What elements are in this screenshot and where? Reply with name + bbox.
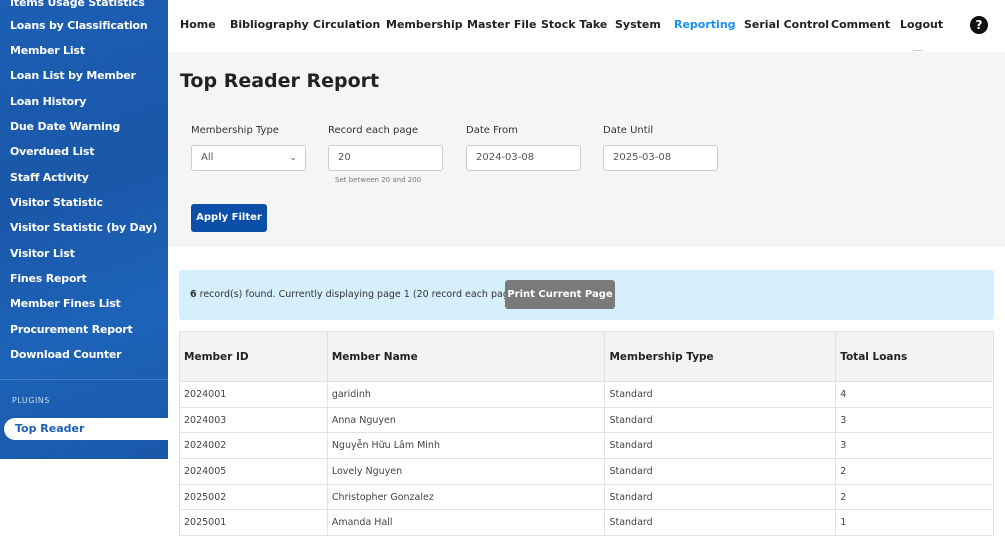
nav-system[interactable]: System [615,18,661,31]
info-bar: 6 record(s) found. Currently displaying … [179,270,994,320]
cell-membership-type: Standard [604,406,837,434]
nav-bibliography[interactable]: Bibliography [230,18,309,31]
report-table: Member ID Member Name Membership Type To… [179,331,994,537]
top-nav: Home Bibliography Circulation Membership… [168,0,1005,52]
membership-type-value: All [201,152,214,163]
cell-member-name: Amanda Hall [326,509,606,537]
print-current-page-button[interactable]: Print Current Page [505,280,615,309]
nav-home[interactable]: Home [180,18,216,31]
sidebar-divider [0,379,168,380]
date-from-label: Date From [466,125,518,136]
cell-member-id: 2025001 [179,509,328,537]
nav-stock-take[interactable]: Stock Take [541,18,607,31]
cell-total-loans: 3 [835,432,994,460]
sidebar-item-visitor-list[interactable]: Visitor List [10,244,75,264]
nav-logout[interactable]: Logout [900,18,943,31]
cell-membership-type: Standard [604,483,837,511]
cell-total-loans: 3 [835,406,994,434]
cell-member-id: 2024001 [179,381,328,408]
nav-comment[interactable]: Comment [831,18,890,31]
header-member-id[interactable]: Member ID [179,331,328,382]
plugins-label: PLUGINS [12,396,50,405]
cell-membership-type: Standard [604,509,837,537]
cell-total-loans: 4 [835,381,994,408]
sidebar-item-staff-activity[interactable]: Staff Activity [10,168,89,188]
sidebar-item-overdued-list[interactable]: Overdued List [10,142,94,162]
chevron-down-icon: ⌄ [289,153,297,163]
cell-member-name: garidinh [326,381,606,408]
table-row: 2024005 Lovely Nguyen Standard 2 [179,458,994,485]
sidebar-item-download-counter[interactable]: Download Counter [10,345,122,365]
sidebar-item-due-date-warning[interactable]: Due Date Warning [10,117,120,137]
cell-membership-type: Standard [604,432,837,460]
nav-reporting[interactable]: Reporting [674,18,736,31]
cell-member-name: Nguyễn Hữu Lâm Minh [326,432,606,460]
nav-underline [913,50,923,51]
date-from-input[interactable]: 2024-03-08 [466,145,581,171]
cell-member-id: 2024005 [179,458,328,485]
membership-type-label: Membership Type [191,125,279,136]
sidebar-item-member-fines-list[interactable]: Member Fines List [10,294,121,314]
sidebar-item-visitor-statistic[interactable]: Visitor Statistic [10,193,103,213]
sidebar-item-loan-history[interactable]: Loan History [10,92,86,112]
cell-total-loans: 2 [835,458,994,485]
cell-member-name: Lovely Nguyen [326,458,606,485]
sidebar-item-loans-by-classification[interactable]: Loans by Classification [10,16,148,36]
sidebar-item-top-reader[interactable]: Top Reader [4,418,168,440]
header-member-name[interactable]: Member Name [326,331,606,382]
membership-type-select[interactable]: All ⌄ [191,145,306,171]
date-until-label: Date Until [603,125,654,136]
table-row: 2024003 Anna Nguyen Standard 3 [179,406,994,434]
record-each-page-label: Record each page [328,125,418,136]
filter-panel: Top Reader Report Membership Type All ⌄ … [168,52,1005,247]
nav-circulation[interactable]: Circulation [313,18,380,31]
nav-membership[interactable]: Membership [386,18,463,31]
table-row: 2025002 Christopher Gonzalez Standard 2 [179,483,994,511]
cell-total-loans: 1 [835,509,994,537]
cell-member-name: Christopher Gonzalez [326,483,606,511]
help-icon[interactable]: ? [970,16,988,34]
table-row: 2024001 garidinh Standard 4 [179,381,994,408]
header-membership-type[interactable]: Membership Type [604,331,837,382]
nav-master-file[interactable]: Master File [467,18,536,31]
records-found-message: record(s) found. Currently displaying pa… [196,289,519,300]
cell-member-id: 2025002 [179,483,328,511]
table-header-row: Member ID Member Name Membership Type To… [179,331,994,382]
cell-membership-type: Standard [604,381,837,408]
cell-total-loans: 2 [835,483,994,511]
cell-membership-type: Standard [604,458,837,485]
table-row: 2025001 Amanda Hall Standard 1 [179,509,994,537]
records-found-text: 6 record(s) found. Currently displaying … [190,289,518,300]
record-each-page-input[interactable]: 20 [328,145,443,171]
date-until-input[interactable]: 2025-03-08 [603,145,718,171]
sidebar-item-visitor-statistic-by-day[interactable]: Visitor Statistic (by Day) [10,218,157,238]
page-title: Top Reader Report [180,70,380,92]
sidebar-item-items-usage-statistics[interactable]: Items Usage Statistics [10,0,145,13]
record-hint: Set between 20 and 200 [335,176,422,184]
sidebar-item-member-list[interactable]: Member List [10,41,85,61]
nav-serial-control[interactable]: Serial Control [744,18,829,31]
table-row: 2024002 Nguyễn Hữu Lâm Minh Standard 3 [179,432,994,460]
sidebar: Items Usage Statistics Loans by Classifi… [0,0,168,459]
sidebar-item-fines-report[interactable]: Fines Report [10,269,87,289]
sidebar-item-loan-list-by-member[interactable]: Loan List by Member [10,66,136,86]
cell-member-id: 2024002 [179,432,328,460]
apply-filter-button[interactable]: Apply Filter [191,204,267,232]
cell-member-id: 2024003 [179,406,328,434]
cell-member-name: Anna Nguyen [326,406,606,434]
sidebar-item-procurement-report[interactable]: Procurement Report [10,320,133,340]
record-count: 6 [190,289,197,300]
header-total-loans[interactable]: Total Loans [835,331,994,382]
